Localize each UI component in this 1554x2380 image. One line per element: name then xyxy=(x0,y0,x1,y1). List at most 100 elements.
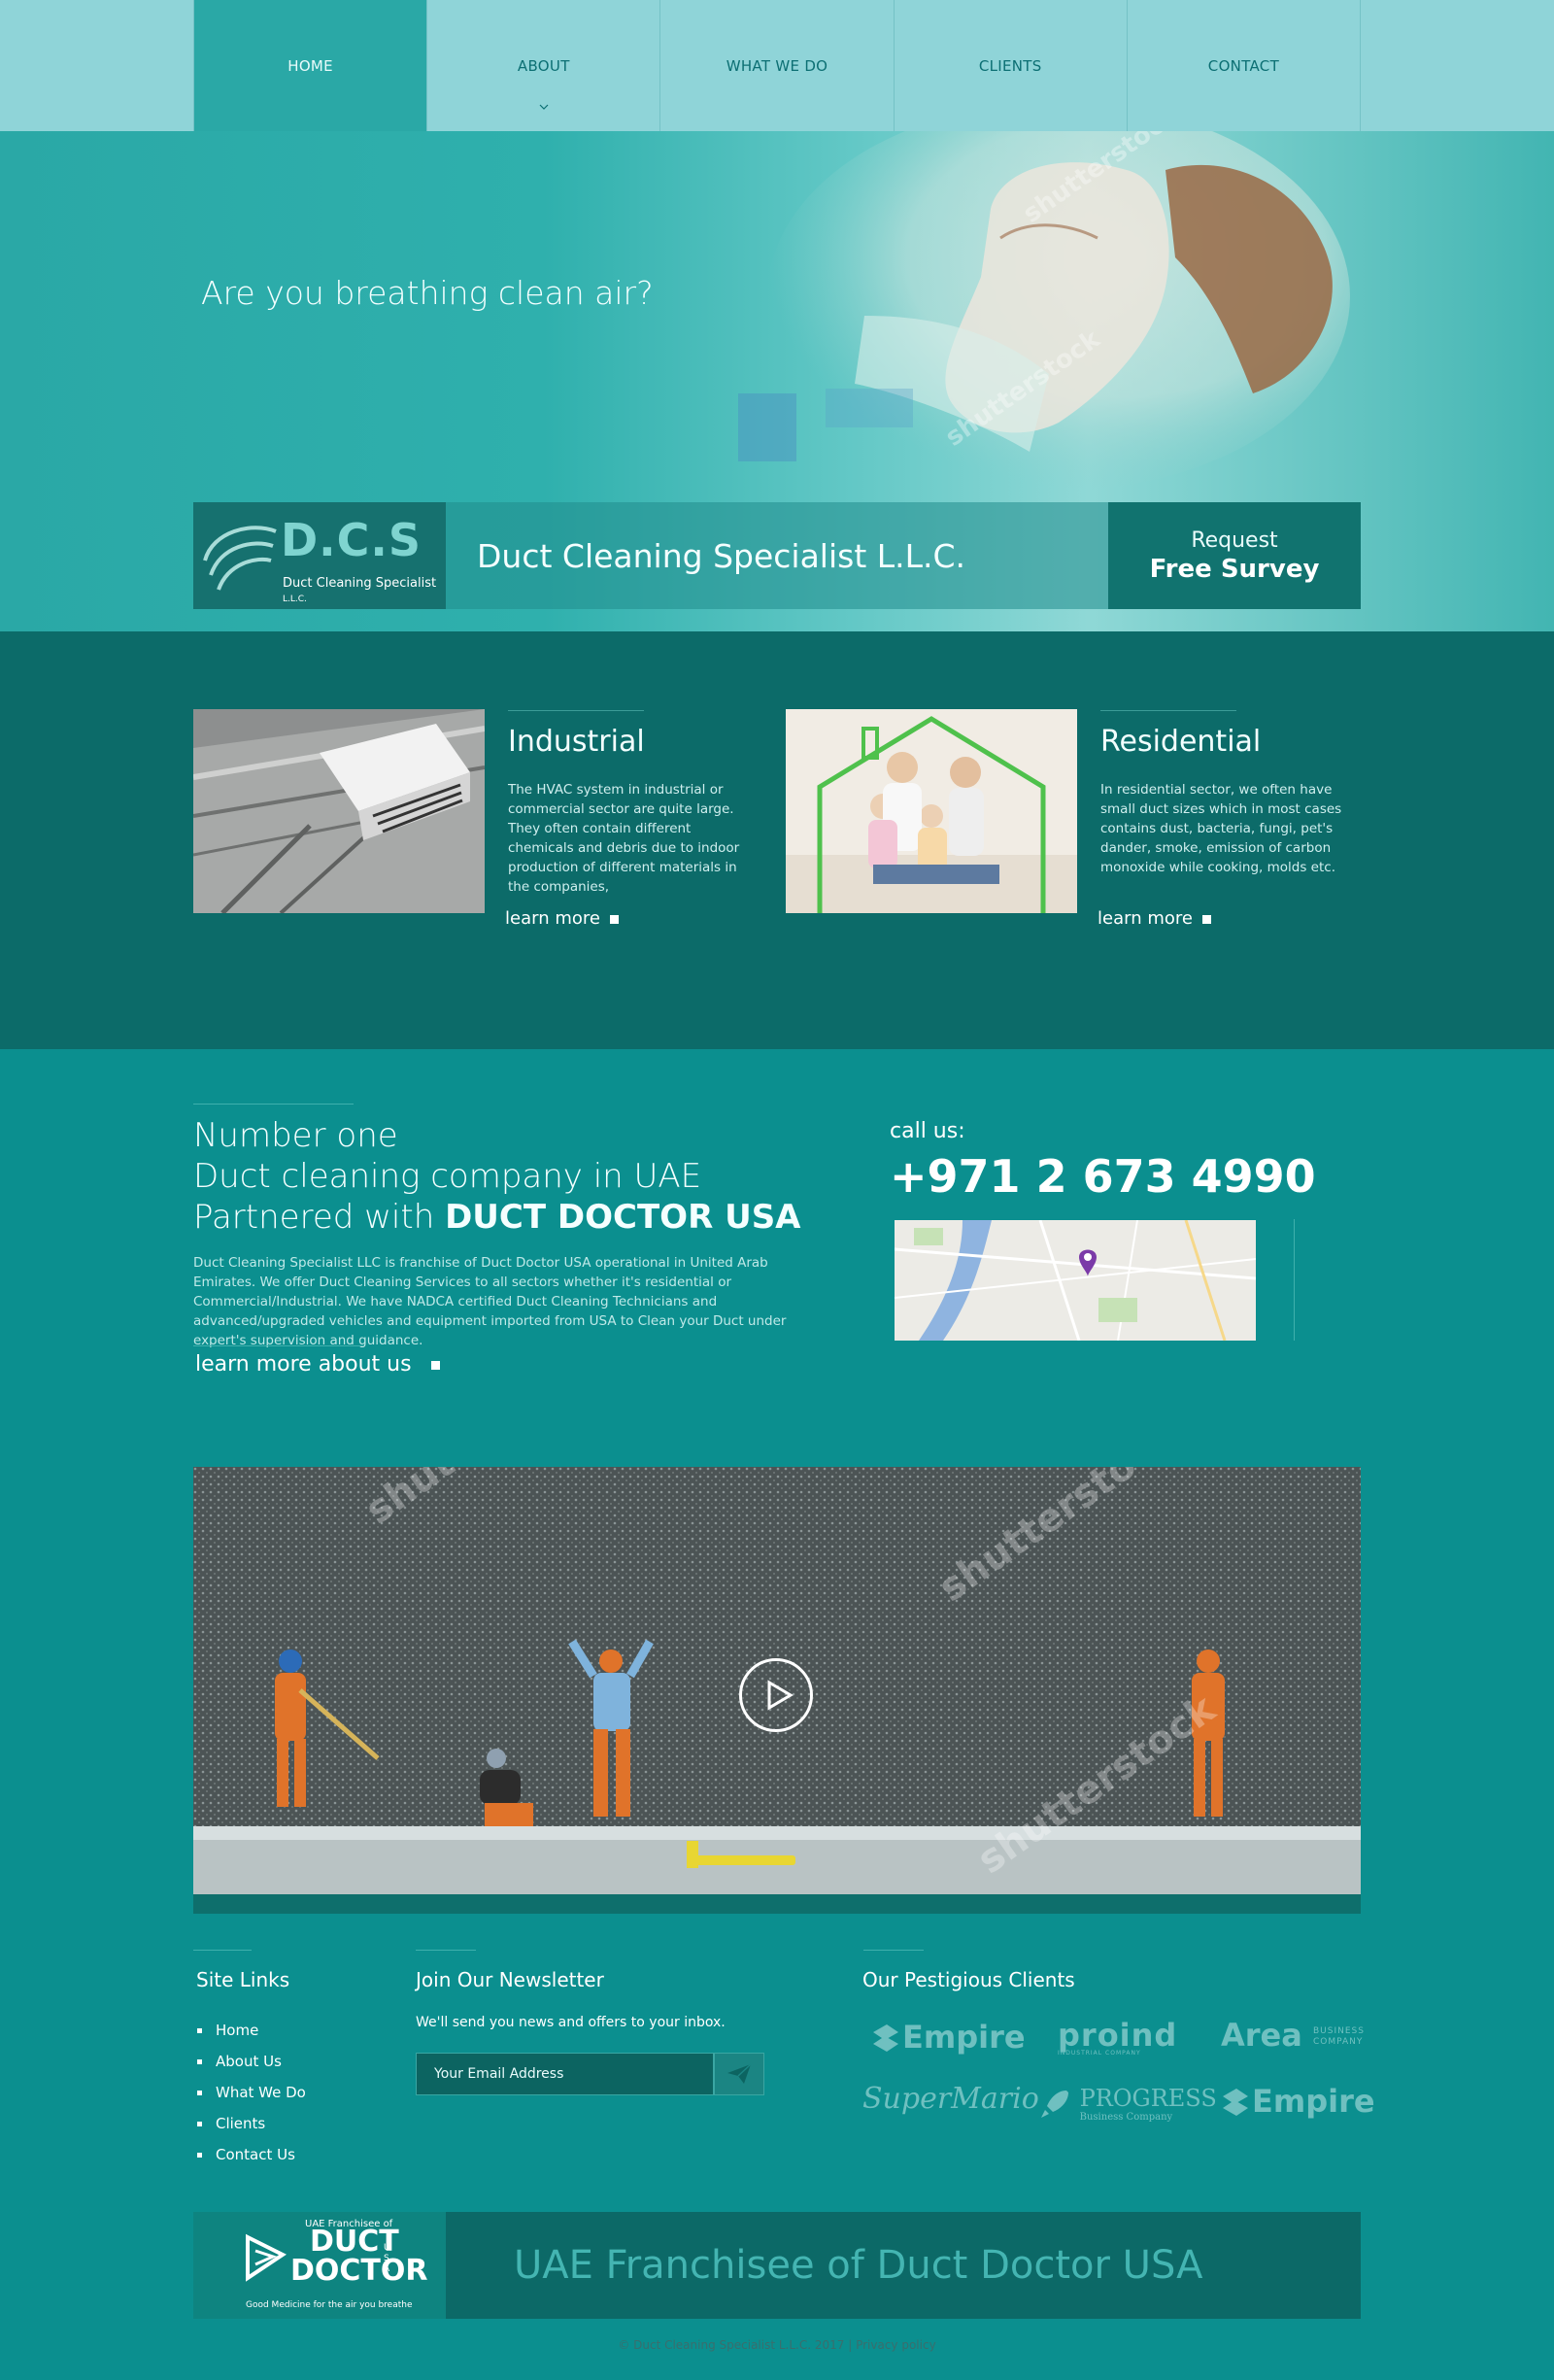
learn-more-label: learn more xyxy=(505,908,600,929)
call-us-label: call us: xyxy=(890,1119,965,1143)
nav-item-about[interactable]: ABOUT xyxy=(427,0,661,131)
industrial-text: The HVAC system in industrial or commerc… xyxy=(508,782,740,895)
dcs-logo-llc: L.L.C. xyxy=(283,595,307,604)
client-area-label: Area xyxy=(1221,2017,1302,2054)
learn-more-label: learn more xyxy=(1098,908,1193,929)
about-line3: Partnered with DUCT DOCTOR USA xyxy=(193,1197,801,1238)
client-progress-sub: Business Company xyxy=(1079,2112,1173,2123)
dd-name1: DUCT xyxy=(310,2225,399,2259)
dcs-logo-text: D.C.S xyxy=(281,514,422,566)
dd-name2: DOCTOR xyxy=(290,2254,428,2288)
client-logo-empire-2: Empire xyxy=(1219,2083,1375,2120)
client-logo-proind: proind INDUSTRIAL COMPANY xyxy=(1058,2017,1177,2057)
about-line3-bold: DUCT DOCTOR USA xyxy=(445,1198,801,1237)
video-progress-bar[interactable] xyxy=(193,1894,1361,1914)
nav-label: CONTACT xyxy=(1207,56,1280,75)
hero-banner: shutterstock shutterstock Are you breath… xyxy=(0,131,1554,631)
client-empire-label: Empire xyxy=(1252,2083,1375,2120)
footer-link-home[interactable]: Home xyxy=(197,2015,306,2046)
empire-icon xyxy=(873,2024,898,2052)
client-proind-label: proind xyxy=(1058,2017,1178,2054)
nav-item-clients[interactable]: CLIENTS xyxy=(895,0,1128,131)
footer-link-clients[interactable]: Clients xyxy=(197,2108,306,2139)
site-links-list: Home About Us What We Do Clients Contact… xyxy=(197,2015,306,2170)
duct-doctor-fan-icon xyxy=(246,2233,287,2282)
email-input[interactable] xyxy=(416,2053,714,2095)
client-logo-supermario: SuperMario xyxy=(862,2082,1039,2116)
dd-tagline: Good Medicine for the air you breathe xyxy=(246,2300,413,2310)
copyright: © Duct Cleaning Specialist L.L.C. 2017 |… xyxy=(618,2338,936,2352)
top-nav: HOME ABOUT WHAT WE DO CLIENTS CONTACT xyxy=(0,0,1554,131)
square-icon xyxy=(430,1360,440,1370)
divider xyxy=(1294,1219,1295,1341)
divider xyxy=(863,1950,924,1951)
about-paragraph: Duct Cleaning Specialist LLC is franchis… xyxy=(193,1255,787,1348)
survey-line1: Request xyxy=(1191,527,1278,553)
about-line2: Duct cleaning company in UAE xyxy=(193,1157,702,1196)
nav-item-home[interactable]: HOME xyxy=(193,0,428,131)
about-heading: Number one Duct cleaning company in UAE … xyxy=(193,1115,801,1238)
site-links-title: Site Links xyxy=(196,1968,290,1991)
location-map[interactable] xyxy=(895,1220,1256,1341)
footer-link-what-we-do[interactable]: What We Do xyxy=(197,2077,306,2108)
learn-more-about-label: learn more about us xyxy=(195,1352,412,1377)
nav-label: CLIENTS xyxy=(978,56,1042,75)
send-button[interactable] xyxy=(714,2053,764,2095)
phone-number[interactable]: +971 2 673 4990 xyxy=(890,1150,1316,1203)
residential-text: In residential sector, we often have sma… xyxy=(1100,782,1342,875)
divider xyxy=(193,1104,354,1105)
nav-label: ABOUT xyxy=(517,56,570,75)
nav-menu: HOME ABOUT WHAT WE DO CLIENTS CONTACT xyxy=(193,0,1362,131)
newsletter-title: Join Our Newsletter xyxy=(416,1968,604,1991)
nav-item-what-we-do[interactable]: WHAT WE DO xyxy=(660,0,895,131)
residential-image xyxy=(786,709,1077,913)
dcs-logo-sub: Duct Cleaning Specialist L.L.C. xyxy=(283,576,446,605)
client-progress-label: PROGRESS xyxy=(1079,2085,1217,2112)
nav-item-contact[interactable]: CONTACT xyxy=(1128,0,1362,131)
divider xyxy=(416,1950,476,1951)
nav-label: HOME xyxy=(287,56,333,75)
divider xyxy=(1100,710,1236,711)
rocket-icon xyxy=(1041,2090,1068,2118)
client-logo-area: Area BUSINESS COMPANY xyxy=(1221,2017,1373,2054)
franchise-text: UAE Franchisee of Duct Doctor USA xyxy=(446,2212,1361,2319)
industrial-learn-more-link[interactable]: learn more xyxy=(505,908,619,929)
franchise-bar: UAE Franchisee of DUCT DOCTOR USA Good M… xyxy=(193,2212,1361,2319)
nav-label: WHAT WE DO xyxy=(726,56,828,75)
client-area-sub: BUSINESS COMPANY xyxy=(1312,2026,1365,2047)
industrial-image xyxy=(193,709,485,913)
square-icon xyxy=(609,914,619,924)
learn-more-about-us-link[interactable]: learn more about us xyxy=(195,1352,440,1377)
clients-title: Our Pestigious Clients xyxy=(862,1968,1075,1991)
dd-usa: USA xyxy=(384,2243,394,2274)
divider xyxy=(193,1950,252,1951)
duct-doctor-logo: UAE Franchisee of DUCT DOCTOR USA Good M… xyxy=(193,2212,446,2319)
hero-title: Are you breathing clean air? xyxy=(201,274,654,312)
client-logo-empire: Empire xyxy=(869,2019,1026,2056)
hero-company-bar: D.C.S Duct Cleaning Specialist L.L.C. Du… xyxy=(193,502,1361,609)
divider xyxy=(193,1345,363,1346)
video-player[interactable]: shutterstock shutterstock shutterstock xyxy=(193,1467,1361,1914)
divider xyxy=(508,710,644,711)
newsletter-text: We'll send you news and offers to your i… xyxy=(416,2015,726,2030)
dcs-logo-subtitle: Duct Cleaning Specialist xyxy=(283,576,437,591)
dd-name: DUCT DOCTOR xyxy=(290,2227,428,2286)
footer-link-contact[interactable]: Contact Us xyxy=(197,2139,306,2170)
dcs-logo: D.C.S Duct Cleaning Specialist L.L.C. xyxy=(193,502,446,609)
client-logo-progress: PROGRESS Business Company xyxy=(1037,2085,1217,2123)
residential-title: Residential xyxy=(1100,725,1262,759)
about-line1: Number one xyxy=(193,1116,398,1155)
company-name: Duct Cleaning Specialist L.L.C. xyxy=(446,502,1108,609)
empire-icon xyxy=(1223,2089,1248,2116)
request-free-survey-button[interactable]: Request Free Survey xyxy=(1108,502,1361,609)
play-icon[interactable] xyxy=(739,1658,813,1732)
about-line3-prefix: Partnered with xyxy=(193,1198,446,1237)
chevron-down-icon xyxy=(539,104,549,110)
footer-link-about[interactable]: About Us xyxy=(197,2046,306,2077)
industrial-title: Industrial xyxy=(508,725,645,759)
services-section: Industrial The HVAC system in industrial… xyxy=(0,631,1554,1049)
square-icon xyxy=(1201,914,1211,924)
survey-line2: Free Survey xyxy=(1149,554,1320,584)
client-empire-label: Empire xyxy=(902,2019,1026,2056)
residential-learn-more-link[interactable]: learn more xyxy=(1098,908,1211,929)
